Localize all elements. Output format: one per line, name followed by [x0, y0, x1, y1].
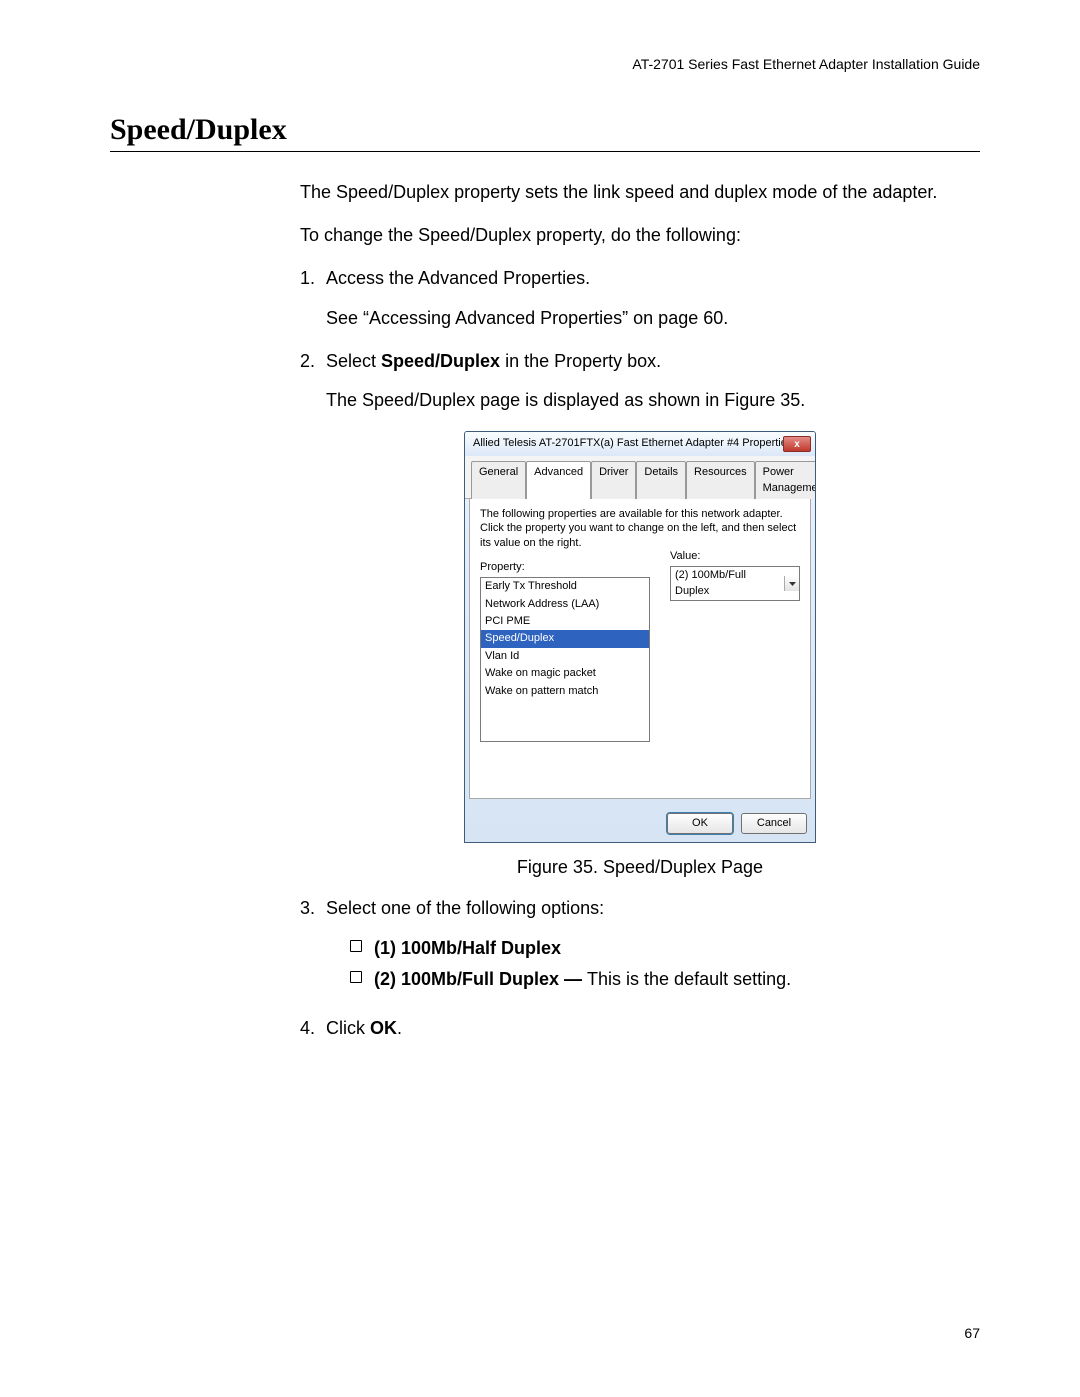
option-row: (1) 100Mb/Half Duplex: [350, 936, 980, 961]
step-1: 1. Access the Advanced Properties. See “…: [300, 266, 980, 330]
tab-details[interactable]: Details: [636, 461, 686, 499]
option-text: (2) 100Mb/Full Duplex —: [374, 969, 587, 989]
checkbox-icon: [350, 971, 362, 983]
properties-dialog: Allied Telesis AT-2701FTX(a) Fast Ethern…: [464, 431, 816, 843]
list-item[interactable]: Early Tx Threshold: [481, 578, 649, 595]
chevron-down-icon: [784, 576, 799, 591]
text-run: .: [397, 1018, 402, 1038]
ok-button[interactable]: OK: [667, 813, 733, 834]
list-item[interactable]: Network Address (LAA): [481, 596, 649, 613]
page-header: AT-2701 Series Fast Ethernet Adapter Ins…: [632, 56, 980, 72]
section-title: Speed/Duplex: [110, 113, 980, 152]
step-text: Select one of the following options:: [326, 896, 980, 921]
tab-advanced[interactable]: Advanced: [526, 461, 591, 499]
value-dropdown[interactable]: (2) 100Mb/Full Duplex: [670, 566, 800, 601]
option-text: (1) 100Mb/Half Duplex: [374, 938, 561, 958]
page-number: 67: [964, 1325, 980, 1341]
step-number: 3.: [300, 896, 326, 998]
panel-description: The following properties are available f…: [480, 507, 800, 550]
option-note: This is the default setting.: [587, 969, 791, 989]
figure: Allied Telesis AT-2701FTX(a) Fast Ethern…: [300, 431, 980, 880]
step-text: Access the Advanced Properties.: [326, 266, 980, 291]
list-item[interactable]: PCI PME: [481, 613, 649, 630]
value-selected: (2) 100Mb/Full Duplex: [671, 567, 784, 600]
list-item-selected[interactable]: Speed/Duplex: [481, 630, 649, 647]
step-number: 2.: [300, 349, 326, 413]
dialog-titlebar: Allied Telesis AT-2701FTX(a) Fast Ethern…: [465, 432, 815, 456]
step-2: 2. Select Speed/Duplex in the Property b…: [300, 349, 980, 413]
text-run: Select: [326, 351, 381, 371]
step-4: 4. Click OK.: [300, 1016, 980, 1041]
close-button[interactable]: x: [783, 436, 811, 452]
cancel-button[interactable]: Cancel: [741, 813, 807, 834]
tab-resources[interactable]: Resources: [686, 461, 755, 499]
dialog-title: Allied Telesis AT-2701FTX(a) Fast Ethern…: [473, 436, 783, 451]
step-text: Select Speed/Duplex in the Property box.: [326, 349, 980, 374]
checkbox-icon: [350, 940, 362, 952]
dialog-panel: The following properties are available f…: [469, 499, 811, 799]
tab-general[interactable]: General: [471, 461, 526, 499]
tab-strip: General Advanced Driver Details Resource…: [465, 456, 815, 499]
step-subtext: See “Accessing Advanced Properties” on p…: [326, 306, 980, 331]
content: The Speed/Duplex property sets the link …: [300, 180, 980, 1059]
intro-paragraph: The Speed/Duplex property sets the link …: [300, 180, 980, 205]
text-bold: Speed/Duplex: [381, 351, 500, 371]
step-number: 1.: [300, 266, 326, 330]
list-item[interactable]: Wake on magic packet: [481, 665, 649, 682]
option-row: (2) 100Mb/Full Duplex — This is the defa…: [350, 967, 980, 992]
value-label: Value:: [670, 549, 800, 564]
step-3: 3. Select one of the following options: …: [300, 896, 980, 998]
step-number: 4.: [300, 1016, 326, 1041]
dialog-buttons: OK Cancel: [465, 805, 815, 842]
text-run: in the Property box.: [500, 351, 661, 371]
text-bold: OK: [370, 1018, 397, 1038]
tab-power-management[interactable]: Power Management: [755, 461, 816, 499]
step-subtext: The Speed/Duplex page is displayed as sh…: [326, 388, 980, 413]
tab-driver[interactable]: Driver: [591, 461, 636, 499]
list-item[interactable]: Wake on pattern match: [481, 683, 649, 700]
figure-caption: Figure 35. Speed/Duplex Page: [517, 855, 763, 880]
list-item[interactable]: Vlan Id: [481, 648, 649, 665]
intro-paragraph-2: To change the Speed/Duplex property, do …: [300, 223, 980, 248]
property-listbox[interactable]: Early Tx Threshold Network Address (LAA)…: [480, 577, 650, 742]
text-run: Click: [326, 1018, 370, 1038]
